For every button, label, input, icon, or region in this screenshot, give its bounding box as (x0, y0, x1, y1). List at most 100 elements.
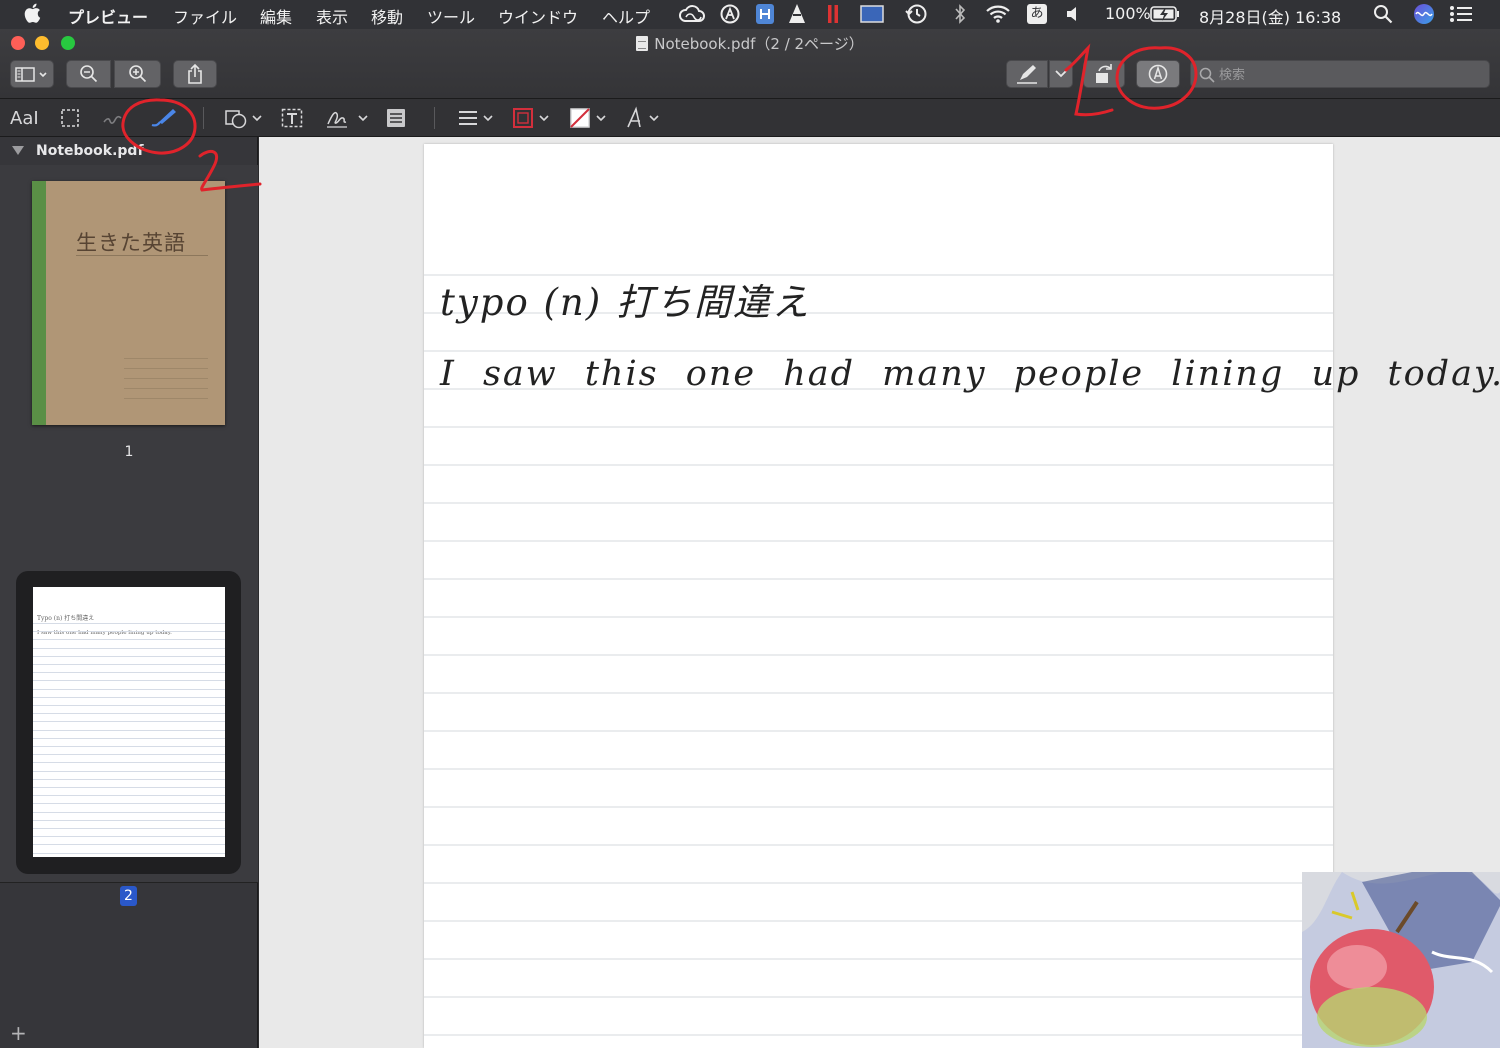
input-method-icon[interactable]: あ (1026, 3, 1048, 25)
menu-view[interactable]: 表示 (316, 4, 348, 28)
menu-window[interactable]: ウインドウ (498, 4, 578, 28)
rect-selection-tool[interactable] (60, 105, 80, 131)
thumbnail-ruled-line (33, 819, 225, 821)
highlight-options-button[interactable] (1049, 60, 1073, 88)
battery-percent: 100% (1105, 4, 1151, 23)
thumbnail-ruled-line (33, 655, 225, 657)
thumbnail-ruled-line (33, 696, 225, 698)
cover-rule (124, 388, 208, 389)
window-toolbar: Notebook.pdf（2 / 2ページ） (0, 29, 1500, 99)
battery-charging-icon[interactable] (1150, 3, 1180, 25)
thumbnail-ruled-line (33, 688, 225, 690)
rotate-button[interactable] (1083, 60, 1125, 88)
thumbnail-ruled-line (33, 631, 225, 633)
thumbnail-ruled-line (33, 844, 225, 846)
notification-center-icon[interactable] (1448, 3, 1474, 25)
creative-cloud-icon[interactable] (676, 3, 708, 25)
shapes-tool[interactable] (224, 105, 264, 131)
draw-tool[interactable] (148, 105, 178, 131)
signature-tool[interactable] (325, 105, 371, 131)
search-icon (1199, 67, 1215, 83)
cover-rule (124, 368, 208, 369)
highlight-button[interactable] (1006, 60, 1048, 88)
wifi-icon[interactable] (984, 3, 1012, 25)
sidebar-icon (15, 67, 47, 82)
bluetooth-icon[interactable] (949, 3, 971, 25)
time-machine-icon[interactable] (904, 3, 930, 25)
menu-bar: プレビュー ファイル 編集 表示 移動 ツール ウインドウ ヘルプ あ 100%… (0, 0, 1500, 29)
thumbnail-ruled-line (33, 672, 225, 674)
pdf-document-icon (636, 36, 649, 51)
app-badge-icon[interactable] (754, 3, 776, 25)
page-thumbnail-2[interactable]: Typo (n) 打ち間違え I saw this one had many p… (33, 587, 225, 857)
sidebar-document-header[interactable]: Notebook.pdf (0, 137, 258, 165)
note-icon (387, 109, 405, 127)
page-thumbnails: 生きた英語 1 Typo (n) 打ち間違え I saw this one ha… (0, 165, 258, 906)
menu-tools[interactable]: ツール (427, 4, 475, 28)
cover-rule (124, 378, 208, 379)
sidebar-toggle-button[interactable] (10, 60, 54, 88)
thumbnail-ruled-line (33, 762, 225, 764)
border-color-tool[interactable] (512, 105, 554, 131)
menu-app-name[interactable]: プレビュー (68, 4, 148, 28)
thumbnail-ruled-line (33, 737, 225, 739)
notebook-spine (32, 181, 46, 425)
page-number-1: 1 (124, 444, 134, 460)
window-title-text: Notebook.pdf（2 / 2ページ） (654, 35, 864, 53)
disclosure-triangle-icon[interactable] (12, 146, 24, 155)
cover-underline (76, 255, 208, 256)
rotate-left-icon (1096, 64, 1112, 83)
vlc-icon[interactable] (786, 3, 808, 25)
menu-file[interactable]: ファイル (173, 4, 237, 28)
menu-go[interactable]: 移動 (371, 4, 403, 28)
handwritten-line-2: I saw this one had many people lining up… (440, 354, 1500, 394)
toolbar-separator (434, 107, 435, 129)
text-assist-icon[interactable] (719, 3, 741, 25)
dashed-rect-icon (61, 109, 79, 127)
thumbnail-ruled-line (33, 664, 225, 665)
volume-icon[interactable] (1063, 3, 1083, 25)
note-tool[interactable] (385, 105, 407, 131)
page-thumbnail-1[interactable]: 生きた英語 (32, 181, 225, 425)
display-icon[interactable] (859, 3, 885, 25)
page-number-2-selected: 2 (120, 886, 137, 906)
fill-color-icon (570, 108, 606, 128)
zoom-in-icon (128, 65, 146, 83)
parallels-icon[interactable] (822, 3, 844, 25)
thumbnail-ruled-line (33, 639, 225, 641)
pdf-page[interactable]: typo (n) 打ち間違え I saw this one had many p… (424, 144, 1500, 1048)
markup-toolbar-button[interactable] (1136, 60, 1180, 88)
text-selection-tool[interactable]: AaI (10, 105, 39, 131)
share-button[interactable] (173, 60, 217, 88)
text-box-tool[interactable] (281, 105, 303, 131)
thumbnail-sidebar: Notebook.pdf 生きた英語 1 Typo (n) 打ち間違え I sa… (0, 137, 258, 1048)
thumbnail-ruled-line (33, 852, 225, 854)
thumbnail-ruled-line (33, 713, 225, 715)
thumbnail-ruled-line (33, 828, 225, 829)
thumbnail-ruled-line (33, 680, 225, 682)
zoom-in-button[interactable] (114, 60, 161, 88)
sketch-tool[interactable] (102, 105, 126, 131)
markup-pen-icon (1148, 64, 1168, 84)
menu-edit[interactable]: 編集 (260, 4, 292, 28)
thumbnail-ruled-line (33, 803, 225, 805)
add-page-icon[interactable]: + (10, 1021, 27, 1045)
border-color-icon (513, 108, 549, 128)
siri-icon[interactable] (1412, 3, 1436, 25)
search-input[interactable] (1219, 65, 1479, 85)
thumbnail-ruled-line (33, 623, 225, 624)
thumbnail-ruled-line (33, 778, 225, 780)
font-style-icon (627, 106, 659, 128)
zoom-out-button[interactable] (66, 60, 111, 88)
sketch-icon (103, 115, 122, 124)
menu-help[interactable]: ヘルプ (602, 4, 650, 28)
search-field[interactable] (1190, 60, 1490, 88)
text-style-tool[interactable] (625, 105, 665, 131)
line-style-tool[interactable] (457, 105, 497, 131)
spotlight-icon[interactable] (1372, 3, 1394, 25)
thumbnail-ruled-line (33, 836, 225, 838)
menubar-clock[interactable]: 8月28日(金) 16:38 (1199, 4, 1341, 28)
fill-color-tool[interactable] (569, 105, 611, 131)
window-title: Notebook.pdf（2 / 2ページ） (0, 33, 1500, 54)
apple-menu-icon[interactable] (24, 2, 42, 24)
